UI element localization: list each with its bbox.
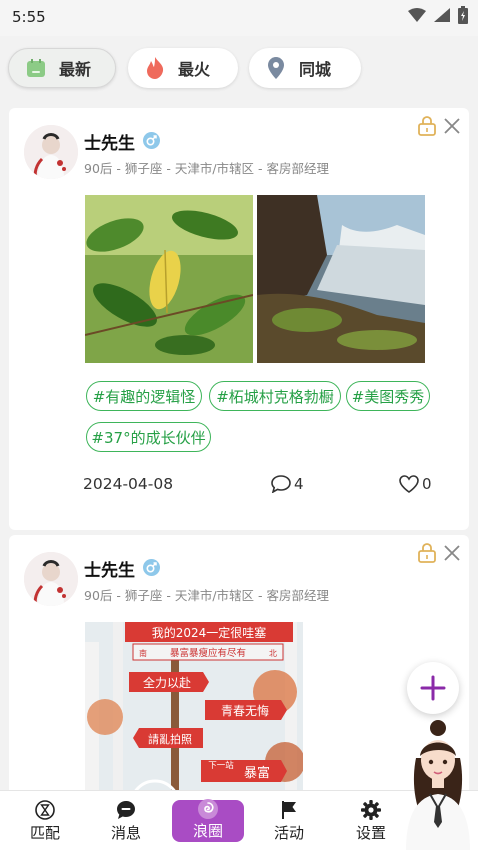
wifi-icon (408, 8, 426, 22)
plus-icon (420, 675, 446, 701)
status-time: 5:55 (12, 8, 46, 26)
nav-activities[interactable]: 活动 (249, 791, 329, 850)
nav-match[interactable]: 匹配 (5, 791, 85, 850)
status-icons (408, 6, 468, 24)
topic-tag[interactable]: #有趣的逻辑怪 (86, 381, 202, 411)
nav-settings-label: 设置 (355, 823, 386, 842)
sign-arrow-text: 下一站 (208, 760, 234, 771)
add-post-button[interactable] (407, 662, 459, 714)
sign-arrow-text: 青春无悔 (221, 703, 269, 718)
signal-icon (434, 8, 450, 22)
sign-sub-right: 北 (269, 649, 277, 658)
topic-tag[interactable]: #柘城村克格勃橱 (209, 381, 341, 411)
avatar[interactable] (24, 125, 78, 179)
leaves-photo (85, 195, 253, 363)
close-icon[interactable] (443, 117, 461, 139)
user-name[interactable]: 士先生 (84, 129, 135, 154)
sign-banner-text: 我的2024一定很哇塞 (152, 625, 267, 640)
swirl-icon (198, 799, 218, 819)
sign-sub-left: 南 (139, 648, 147, 658)
male-gender-icon (143, 132, 160, 149)
like-count-value: 0 (422, 475, 432, 493)
chat-icon (117, 800, 135, 819)
nav-activities-label: 活动 (273, 823, 304, 842)
sign-arrow-text: 請亂拍照 (148, 732, 192, 746)
male-gender-icon (143, 559, 160, 576)
post-photo[interactable] (257, 195, 425, 363)
comment-count-value: 4 (294, 475, 304, 493)
user-meta: 90后 - 狮子座 - 天津市/市辖区 - 客房部经理 (84, 588, 329, 603)
filter-nearby-label: 同城 (299, 60, 332, 79)
sign-arrow-text: 全力以赴 (143, 675, 191, 690)
user-name[interactable]: 士先生 (84, 556, 135, 581)
lock-icon[interactable] (418, 116, 436, 140)
assistant-avatar[interactable] (398, 718, 478, 850)
user-meta: 90后 - 狮子座 - 天津市/市辖区 - 客房部经理 (84, 161, 329, 176)
nav-moments-label: 浪圈 (192, 821, 223, 840)
topic-tag[interactable]: #美图秀秀 (346, 381, 430, 411)
filter-nearby[interactable]: 同城 (249, 48, 361, 88)
battery-icon (458, 6, 468, 24)
signpost-photo: 我的2024一定很哇塞 南 暴富暴瘦应有尽有 北 全力以赴 青春无悔 請亂拍照 … (85, 622, 303, 805)
post-date: 2024-04-08 (83, 475, 174, 493)
sign-subbanner-text: 暴富暴瘦应有尽有 (170, 647, 246, 659)
filter-hot-label: 最火 (178, 60, 211, 79)
waterfall-photo (257, 195, 425, 363)
post-photo[interactable] (85, 195, 253, 363)
sign-arrow-text: 暴富 (244, 765, 270, 781)
filter-hot[interactable]: 最火 (128, 48, 238, 88)
hourglass-icon (35, 799, 55, 820)
nav-messages[interactable]: 消息 (86, 791, 166, 850)
flag-icon (282, 800, 296, 819)
calendar-icon (25, 57, 47, 79)
filter-latest[interactable]: 最新 (8, 48, 116, 88)
comment-count[interactable]: 4 (271, 475, 304, 493)
flame-icon (144, 57, 166, 79)
like-count[interactable]: 0 (399, 475, 432, 493)
lock-icon[interactable] (418, 543, 436, 567)
comment-icon (271, 475, 291, 493)
post-photo[interactable]: 我的2024一定很哇塞 南 暴富暴瘦应有尽有 北 全力以赴 青春无悔 請亂拍照 … (85, 622, 303, 805)
status-bar: 5:55 (0, 0, 478, 36)
topic-tag[interactable]: #37°的成长伙伴 (86, 422, 211, 452)
nav-messages-label: 消息 (110, 823, 141, 842)
avatar[interactable] (24, 552, 78, 606)
close-icon[interactable] (443, 544, 461, 566)
nav-moments[interactable]: 浪圈 (172, 799, 244, 842)
heart-icon (399, 475, 419, 493)
location-pin-icon (265, 57, 287, 79)
filter-latest-label: 最新 (59, 60, 92, 79)
post-card[interactable]: 士先生 90后 - 狮子座 - 天津市/市辖区 - 客房部经理 #有趣的逻辑怪 … (9, 108, 469, 530)
nav-match-label: 匹配 (29, 823, 60, 842)
filter-bar: 最新 最火 同城 (0, 46, 478, 92)
gear-icon (361, 799, 381, 820)
